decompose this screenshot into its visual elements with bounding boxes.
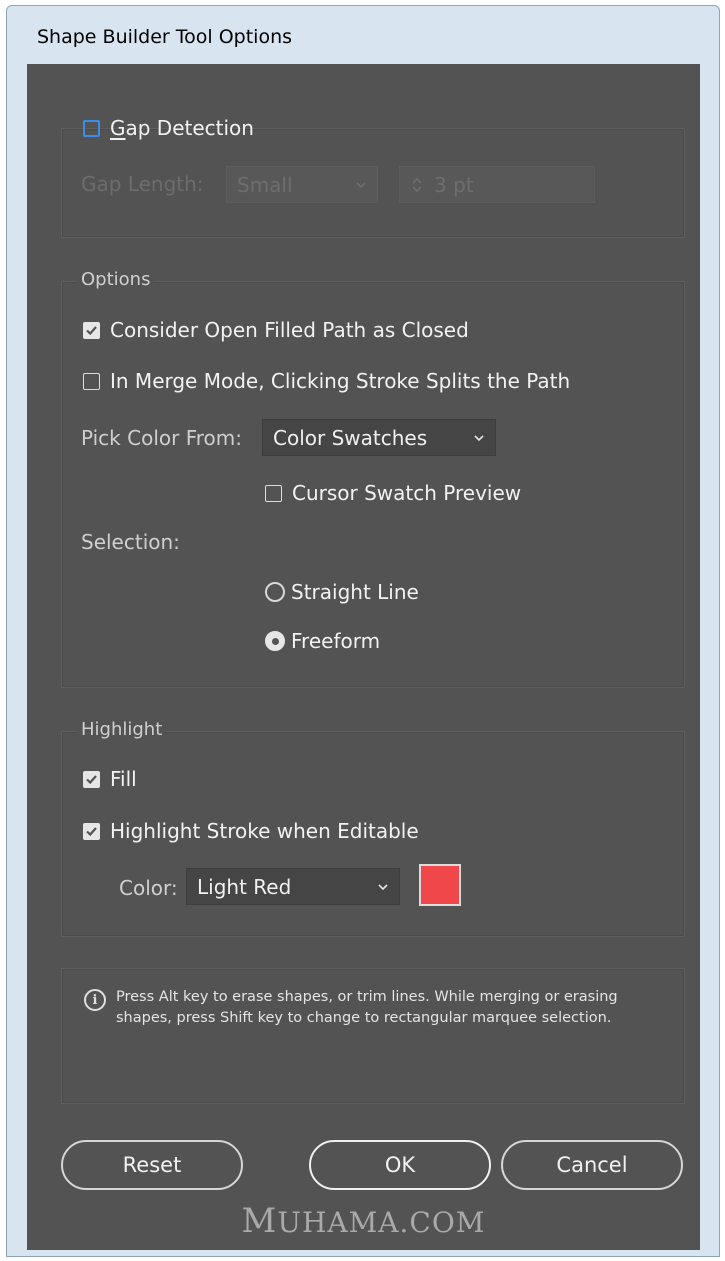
cursor-preview-checkbox[interactable] bbox=[265, 484, 282, 502]
cursor-preview-label: Cursor Swatch Preview bbox=[292, 481, 522, 505]
straight-line-label: Straight Line bbox=[291, 580, 419, 604]
stepper-icon[interactable] bbox=[410, 175, 424, 195]
pick-color-value: Color Swatches bbox=[273, 425, 428, 450]
freeform-label: Freeform bbox=[291, 629, 381, 653]
freeform-radio[interactable] bbox=[265, 631, 285, 651]
selection-row: Selection: bbox=[81, 530, 180, 554]
reset-button-label: Reset bbox=[122, 1153, 182, 1177]
gap-value: 3 pt bbox=[434, 172, 474, 197]
gap-length-label: Gap Length: bbox=[81, 172, 204, 196]
reset-button[interactable]: Reset bbox=[61, 1140, 243, 1190]
gap-detection-checkbox[interactable] bbox=[83, 119, 100, 137]
cancel-button[interactable]: Cancel bbox=[501, 1140, 683, 1190]
chevron-down-icon bbox=[356, 181, 366, 188]
stroke-editable-row[interactable]: Highlight Stroke when Editable bbox=[83, 819, 419, 843]
chevron-down-icon bbox=[378, 883, 388, 890]
fill-checkbox[interactable] bbox=[83, 770, 100, 788]
stroke-editable-checkbox[interactable] bbox=[83, 822, 100, 840]
merge-mode-row[interactable]: In Merge Mode, Clicking Stroke Splits th… bbox=[83, 369, 570, 393]
pick-color-row: Pick Color From: bbox=[81, 426, 242, 450]
watermark-rest: UHAMA.COM bbox=[277, 1206, 486, 1239]
checkmark-icon bbox=[86, 774, 97, 784]
checkmark-icon bbox=[86, 826, 97, 836]
checkmark-icon bbox=[86, 325, 97, 335]
cursor-preview-row[interactable]: Cursor Swatch Preview bbox=[265, 481, 521, 505]
radio-dot bbox=[271, 637, 279, 645]
gap-length-row: Gap Length: bbox=[81, 172, 204, 196]
highlight-color-value: Light Red bbox=[197, 874, 292, 899]
selection-label: Selection: bbox=[81, 530, 180, 554]
watermark: MUHAMA.COM bbox=[27, 1201, 700, 1241]
dialog-window: Shape Builder Tool Options Gap Detection… bbox=[6, 5, 720, 1257]
color-label: Color: bbox=[119, 876, 178, 900]
stroke-editable-label: Highlight Stroke when Editable bbox=[110, 819, 419, 843]
consider-open-filled-label: Consider Open Filled Path as Closed bbox=[110, 318, 469, 342]
highlight-color-swatch[interactable] bbox=[419, 864, 461, 906]
consider-open-filled-row[interactable]: Consider Open Filled Path as Closed bbox=[83, 318, 469, 342]
dialog-title: Shape Builder Tool Options bbox=[37, 26, 293, 48]
fill-row[interactable]: Fill bbox=[83, 767, 137, 791]
consider-open-filled-checkbox[interactable] bbox=[83, 321, 100, 339]
gap-detection-checkbox-row[interactable]: Gap Detection bbox=[83, 116, 254, 140]
gap-detection-label: Gap Detection bbox=[110, 116, 254, 140]
gap-length-value: Small bbox=[237, 172, 293, 197]
freeform-row[interactable]: Freeform bbox=[265, 629, 380, 653]
ok-button-label: OK bbox=[384, 1153, 416, 1177]
highlight-legend: Highlight bbox=[77, 719, 167, 740]
pick-color-select[interactable]: Color Swatches bbox=[262, 419, 496, 456]
color-row: Color: bbox=[119, 876, 178, 900]
straight-line-row[interactable]: Straight Line bbox=[265, 580, 419, 604]
info-icon: i bbox=[84, 989, 106, 1011]
ok-button[interactable]: OK bbox=[309, 1140, 491, 1190]
straight-line-radio[interactable] bbox=[265, 582, 285, 602]
fill-label: Fill bbox=[110, 767, 137, 791]
watermark-first-letter: M bbox=[241, 1201, 278, 1241]
pick-color-label: Pick Color From: bbox=[81, 426, 242, 450]
merge-mode-checkbox[interactable] bbox=[83, 372, 100, 390]
dialog-body: Gap Detection Gap Length: Small 3 pt Opt… bbox=[27, 64, 700, 1250]
chevron-down-icon bbox=[474, 434, 484, 441]
info-text: Press Alt key to erase shapes, or trim l… bbox=[116, 989, 618, 1026]
merge-mode-label: In Merge Mode, Clicking Stroke Splits th… bbox=[110, 369, 571, 393]
cancel-button-label: Cancel bbox=[556, 1153, 628, 1177]
title-bar: Shape Builder Tool Options bbox=[7, 6, 719, 64]
info-box: i Press Alt key to erase shapes, or trim… bbox=[61, 968, 685, 1104]
gap-value-stepper[interactable]: 3 pt bbox=[399, 166, 595, 203]
options-legend: Options bbox=[77, 269, 155, 290]
gap-detection-label-rest: ap Detection bbox=[125, 116, 254, 140]
gap-length-select[interactable]: Small bbox=[226, 166, 378, 203]
highlight-color-select[interactable]: Light Red bbox=[186, 868, 400, 905]
